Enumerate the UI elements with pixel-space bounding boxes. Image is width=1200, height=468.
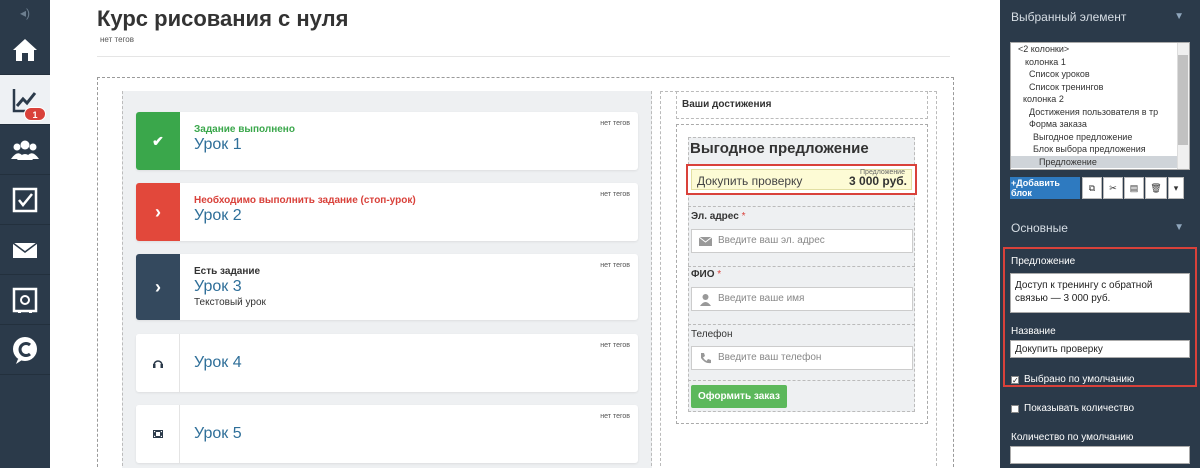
tree-item[interactable]: колонка 1 bbox=[1011, 56, 1189, 69]
lesson-tags: нет тегов bbox=[600, 191, 630, 198]
lesson-card[interactable]: › Необходимо выполнить задание (стоп-уро… bbox=[136, 183, 638, 241]
trash-icon[interactable]: 🗑 bbox=[1145, 177, 1167, 199]
phone-field[interactable]: Введите ваш телефон bbox=[691, 346, 913, 370]
film-icon bbox=[136, 405, 180, 463]
tree-item-selected[interactable]: Предложение bbox=[1011, 155, 1189, 168]
offer-price: 3 000 руб. bbox=[849, 174, 907, 188]
nav-tasks[interactable] bbox=[0, 175, 50, 225]
chevron-down-icon[interactable]: ▼ bbox=[1174, 11, 1184, 22]
lesson-status: Задание выполнено bbox=[194, 124, 295, 135]
lesson-card[interactable]: Урок 5 нет тегов bbox=[136, 405, 638, 463]
chevron-right-icon: › bbox=[136, 254, 180, 320]
name-placeholder: Введите ваше имя bbox=[718, 293, 805, 304]
tree-scrollbar[interactable] bbox=[1177, 43, 1189, 169]
lesson-title[interactable]: Урок 3 bbox=[194, 278, 242, 296]
tree-item[interactable]: Список тренингов bbox=[1011, 81, 1189, 94]
nav-logo[interactable] bbox=[0, 325, 50, 375]
section-main-title: Основные bbox=[1011, 221, 1068, 235]
tree-item[interactable]: Выгодное предложение bbox=[1011, 131, 1189, 144]
nav-users[interactable] bbox=[0, 125, 50, 175]
copy-icon[interactable]: ⧉ bbox=[1082, 177, 1102, 199]
email-label: Эл. адрес * bbox=[691, 211, 746, 222]
check-icon: ✔ bbox=[136, 112, 180, 170]
tree-item[interactable]: колонка 2 bbox=[1011, 93, 1189, 106]
field-separator bbox=[688, 206, 915, 207]
name-field[interactable]: Введите ваше имя bbox=[691, 287, 913, 311]
offer-label: Докупить проверку bbox=[697, 174, 803, 188]
tree-item[interactable]: Блок выбора предложения bbox=[1011, 143, 1189, 156]
speaker-icon[interactable]: ◂) bbox=[0, 0, 50, 25]
lesson-title[interactable]: Урок 5 bbox=[194, 425, 242, 443]
name-label: ФИО * bbox=[691, 269, 722, 280]
selected-element-title: Выбранный элемент bbox=[1011, 10, 1127, 24]
tree-item[interactable]: Форма заказа bbox=[1011, 118, 1189, 131]
lesson-title[interactable]: Урок 2 bbox=[194, 207, 242, 225]
lesson-subtitle: Текстовый урок bbox=[194, 297, 266, 308]
lesson-status: Есть задание bbox=[194, 266, 261, 277]
phone-placeholder: Введите ваш телефон bbox=[718, 352, 822, 363]
settings-panel: Выбранный элемент ▼ <2 колонки> колонка … bbox=[1000, 0, 1200, 468]
field-separator bbox=[688, 266, 915, 267]
tree-item[interactable]: <2 колонки> bbox=[1011, 43, 1189, 56]
nav-stats[interactable]: 1 bbox=[0, 75, 50, 125]
lesson-tags: нет тегов bbox=[600, 262, 630, 269]
envelope-icon bbox=[699, 236, 712, 246]
headphones-icon bbox=[136, 334, 180, 392]
lesson-title[interactable]: Урок 4 bbox=[194, 354, 242, 372]
email-placeholder: Введите ваш эл. адрес bbox=[718, 235, 825, 246]
show-quantity-label: Показывать количество bbox=[1024, 403, 1135, 414]
safe-icon bbox=[12, 287, 38, 313]
mail-icon bbox=[12, 241, 38, 258]
paste-icon[interactable]: ▤ bbox=[1124, 177, 1144, 199]
chevron-down-icon[interactable]: ▼ bbox=[1174, 222, 1184, 233]
phone-label: Телефон bbox=[691, 329, 733, 340]
left-sidebar: ◂) 1 bbox=[0, 0, 50, 468]
editor-area: Курс рисования с нуля нет тегов ✔ Задани… bbox=[50, 0, 1000, 468]
achievements-block[interactable]: Ваши достижения bbox=[676, 91, 928, 119]
cut-icon[interactable]: ✂ bbox=[1103, 177, 1123, 199]
nav-safe[interactable] bbox=[0, 275, 50, 325]
lesson-card[interactable]: Урок 4 нет тегов bbox=[136, 334, 638, 392]
lesson-card[interactable]: ✔ Задание выполнено Урок 1 нет тегов bbox=[136, 112, 638, 170]
chevron-right-icon: › bbox=[136, 183, 180, 241]
more-dropdown-icon[interactable]: ▾ bbox=[1168, 177, 1184, 199]
phone-icon bbox=[701, 353, 711, 364]
add-block-button[interactable]: +Добавить блок bbox=[1010, 177, 1080, 199]
field-separator bbox=[688, 324, 915, 325]
lesson-status: Необходимо выполнить задание (стоп-урок) bbox=[194, 195, 416, 206]
offer-option[interactable]: Докупить проверку Предложение 3 000 руб. bbox=[691, 169, 912, 190]
tree-item[interactable]: Достижения пользователя в тр bbox=[1011, 106, 1189, 119]
lesson-title[interactable]: Урок 1 bbox=[194, 136, 242, 154]
page-title: Курс рисования с нуля bbox=[97, 6, 349, 31]
divider bbox=[97, 56, 950, 57]
tasks-icon bbox=[12, 187, 38, 212]
notification-badge: 1 bbox=[24, 107, 46, 121]
tree-item[interactable]: Список уроков bbox=[1011, 68, 1189, 81]
nav-home[interactable] bbox=[0, 25, 50, 75]
lesson-tags: нет тегов bbox=[600, 413, 630, 420]
element-tree[interactable]: <2 колонки> колонка 1 Список уроков Спис… bbox=[1010, 42, 1190, 170]
offer-block-title: Выгодное предложение bbox=[690, 140, 869, 157]
nav-mail[interactable] bbox=[0, 225, 50, 275]
lesson-card[interactable]: › Есть задание Урок 3 Текстовый урок нет… bbox=[136, 254, 638, 320]
page-tags[interactable]: нет тегов bbox=[100, 35, 134, 44]
highlighted-settings bbox=[1003, 247, 1197, 387]
field-separator bbox=[688, 380, 915, 381]
order-submit-button[interactable]: Оформить заказ bbox=[691, 385, 787, 408]
lesson-tags: нет тегов bbox=[600, 120, 630, 127]
offer-selected-element[interactable]: Докупить проверку Предложение 3 000 руб. bbox=[686, 164, 917, 195]
home-icon bbox=[13, 38, 37, 61]
tree-scroll-thumb[interactable] bbox=[1178, 55, 1188, 145]
user-icon bbox=[700, 294, 711, 306]
default-quantity-input[interactable] bbox=[1010, 446, 1190, 464]
email-field[interactable]: Введите ваш эл. адрес bbox=[691, 229, 913, 253]
c-logo-icon bbox=[13, 336, 37, 364]
lesson-tags: нет тегов bbox=[600, 342, 630, 349]
default-quantity-label: Количество по умолчанию bbox=[1011, 432, 1134, 443]
users-icon bbox=[11, 140, 39, 160]
show-quantity-checkbox[interactable] bbox=[1011, 405, 1019, 413]
